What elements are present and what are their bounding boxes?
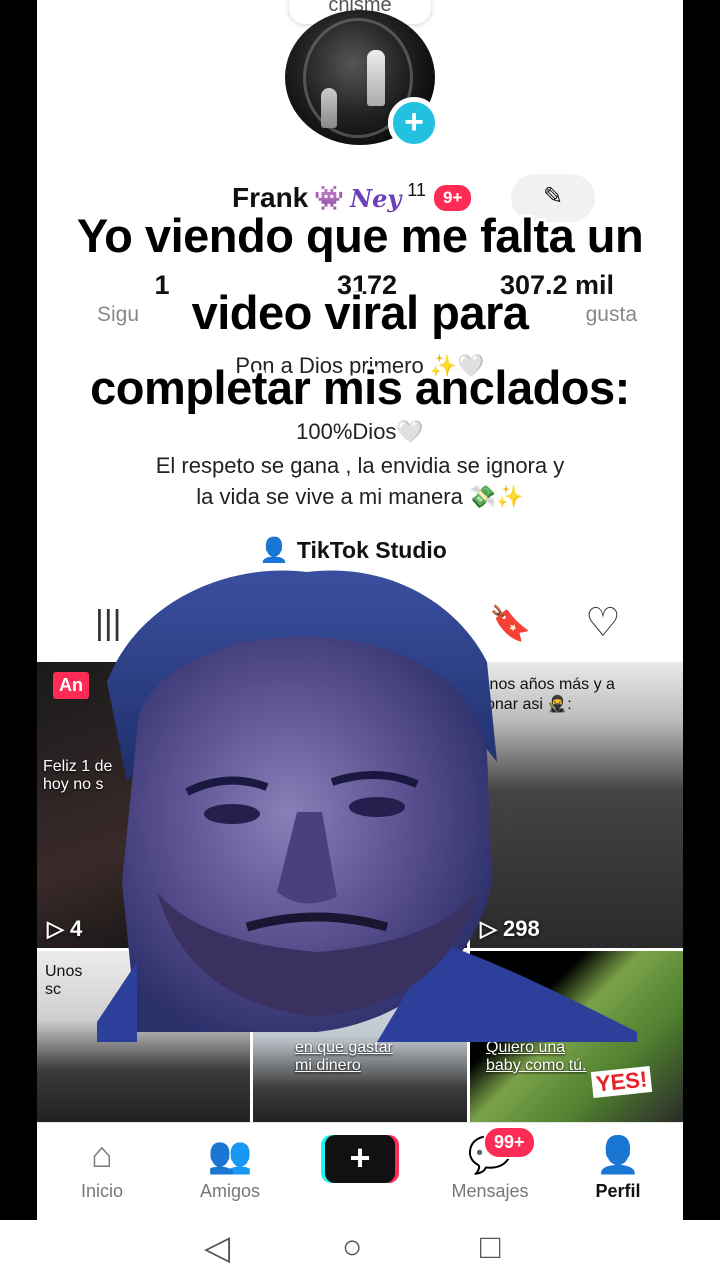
home-icon: ⌂ bbox=[91, 1134, 113, 1175]
back-icon[interactable]: ◁ bbox=[204, 1228, 230, 1268]
messages-badge: 99+ bbox=[483, 1126, 536, 1159]
nav-profile[interactable]: 👤 Perfil bbox=[563, 1133, 673, 1202]
meme-caption-line: video viral para bbox=[191, 286, 529, 339]
tiktok-studio-link[interactable]: 👤 TikTok Studio bbox=[259, 536, 447, 565]
add-story-button[interactable]: + bbox=[388, 97, 440, 149]
meme-caption-line: completar mis anclados: bbox=[90, 361, 630, 414]
studio-user-icon: 👤 bbox=[259, 537, 289, 564]
nav-friends[interactable]: 👥 Amigos bbox=[175, 1133, 285, 1202]
recents-icon[interactable]: □ bbox=[480, 1228, 501, 1267]
bio-line: El respeto se gana , la envidia se ignor… bbox=[155, 453, 565, 478]
video-caption: Quiero una baby como tú. bbox=[486, 1039, 587, 1074]
bio-line: 100%Dios🤍 bbox=[296, 419, 424, 444]
studio-label: TikTok Studio bbox=[296, 537, 447, 563]
meme-caption-line: Yo viendo que me falta un bbox=[76, 209, 644, 262]
friends-icon: 👥 bbox=[207, 1134, 253, 1175]
nav-label: Mensajes bbox=[451, 1181, 529, 1201]
system-nav-bar: ◁ ○ □ bbox=[0, 1220, 720, 1280]
bottom-nav: ⌂ Inicio 👥 Amigos + 💬 Mensajes 99+ 👤 Per… bbox=[37, 1122, 683, 1220]
nav-label: Amigos bbox=[199, 1181, 261, 1201]
yes-sticker: YES! bbox=[590, 1065, 653, 1099]
profile-name-superscript: 11 bbox=[407, 180, 426, 200]
video-caption: en que gastar mi dinero bbox=[295, 1039, 393, 1074]
reaction-face-image bbox=[97, 570, 637, 1042]
nav-home[interactable]: ⌂ Inicio bbox=[47, 1133, 157, 1202]
create-button[interactable]: + bbox=[325, 1135, 395, 1183]
pencil-icon: ✎ bbox=[542, 183, 564, 210]
nav-label: Inicio bbox=[80, 1181, 124, 1201]
phone-frame: chisme + Frank 👾 Ney 11 9+ ✎ 1 Sigu 3172 bbox=[0, 0, 720, 1280]
home-circle-icon[interactable]: ○ bbox=[342, 1228, 363, 1267]
nav-label: Perfil bbox=[595, 1181, 641, 1201]
chess-piece-image bbox=[367, 50, 385, 106]
bio-line: la vida se vive a mi manera 💸✨ bbox=[196, 484, 524, 509]
profile-screen: chisme + Frank 👾 Ney 11 9+ ✎ 1 Sigu 3172 bbox=[37, 0, 683, 1220]
profile-icon: 👤 bbox=[595, 1134, 641, 1175]
chess-piece-image bbox=[321, 88, 337, 128]
